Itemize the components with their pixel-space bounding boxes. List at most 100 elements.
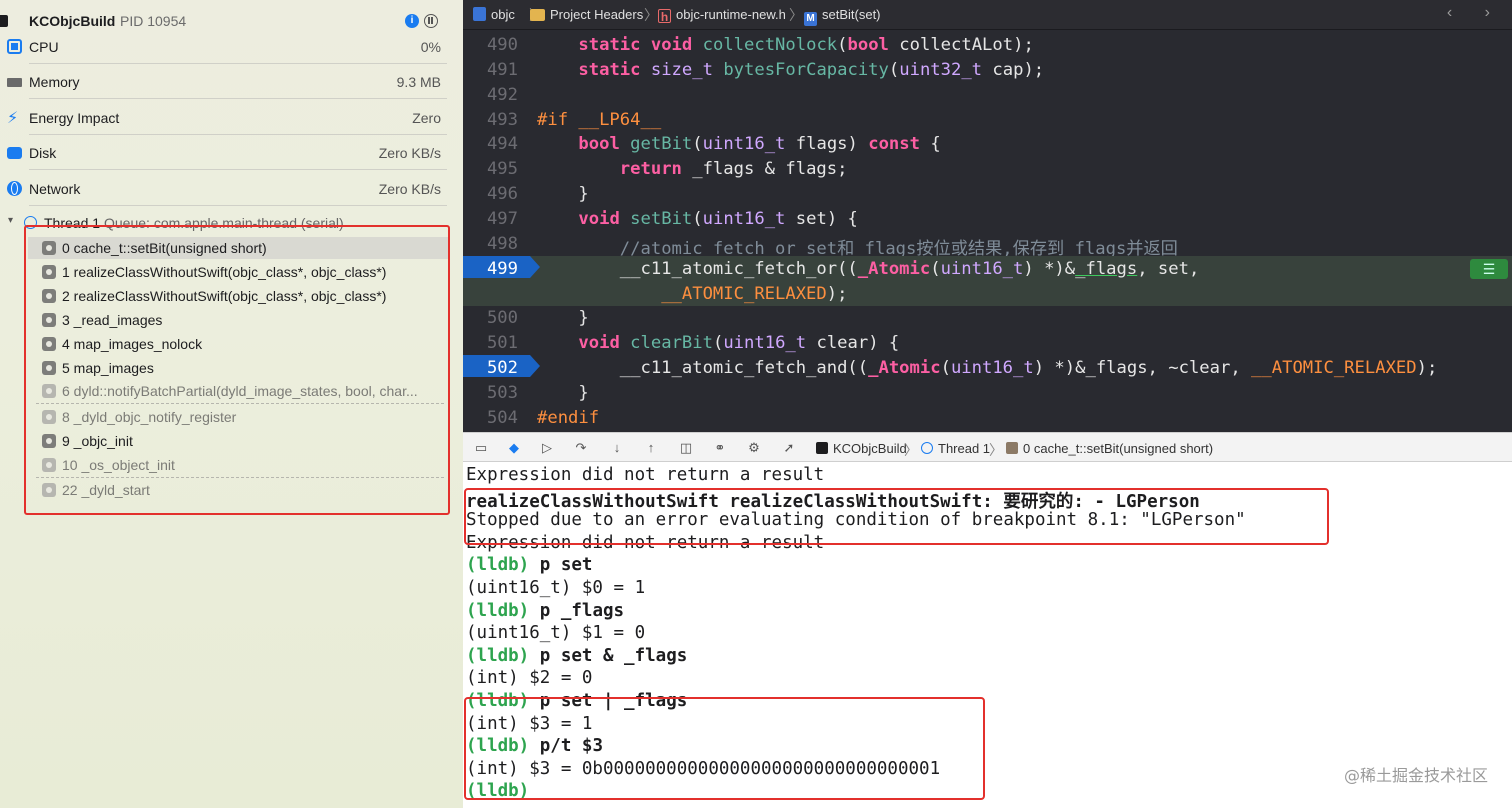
simulate-location-icon[interactable]: ➚ <box>781 440 797 456</box>
gauge-cpu[interactable]: CPU 0% <box>0 30 447 64</box>
line-number[interactable]: 499 <box>463 259 518 279</box>
stack-frame-icon <box>42 265 56 279</box>
thread-pause-icon[interactable] <box>424 14 438 28</box>
stack-frame-row[interactable]: 1 realizeClassWithoutSwift(objc_class*, … <box>34 261 444 283</box>
code-line[interactable]: 497 void setBit(uint16_t set) { <box>463 206 1512 231</box>
stack-frame-icon <box>42 434 56 448</box>
gauge-label: Energy Impact <box>29 110 120 126</box>
stack-frame-row[interactable]: 10 _os_object_init <box>34 454 444 478</box>
code-line[interactable]: 491 static size_t bytesForCapacity(uint3… <box>463 57 1512 82</box>
jumpbar-crumb-group[interactable]: Project Headers <box>530 7 643 22</box>
stack-frame-label: 1 realizeClassWithoutSwift(objc_class*, … <box>62 264 387 280</box>
code-text: static size_t bytesForCapacity(uint32_t … <box>578 59 1045 80</box>
code-line[interactable]: __ATOMIC_RELAXED); <box>463 280 1512 306</box>
gauge-network[interactable]: Network Zero KB/s <box>0 172 447 206</box>
code-line[interactable]: 493 #if __LP64__ <box>463 107 1512 132</box>
gauge-value: 9.3 MB <box>396 74 441 90</box>
breakpoints-toggle-icon[interactable]: ◆ <box>506 440 522 456</box>
stack-frame-icon <box>42 361 56 375</box>
console-command-line: (lldb) p set <box>466 555 592 575</box>
step-out-icon[interactable]: ↑ <box>643 440 659 456</box>
line-number[interactable]: 491 <box>463 60 518 80</box>
line-number[interactable]: 497 <box>463 209 518 229</box>
stack-frames-list: 0 cache_t::setBit(unsigned short)1 reali… <box>24 225 450 515</box>
line-number[interactable]: 490 <box>463 35 518 55</box>
memory-graph-icon[interactable]: ⚭ <box>712 440 728 456</box>
disclosure-triangle-icon[interactable]: ▾ <box>8 215 13 226</box>
chevron-right-icon: 〉 <box>789 7 803 23</box>
gauge-disk[interactable]: Disk Zero KB/s <box>0 136 447 170</box>
code-line[interactable]: 504 #endif <box>463 405 1512 430</box>
stack-frame-row[interactable]: 8 _dyld_objc_notify_register <box>34 406 444 428</box>
code-line[interactable]: 490 static void collectNolock(bool colle… <box>463 32 1512 57</box>
stack-frame-row[interactable]: 3 _read_images <box>34 309 444 331</box>
stack-frame-label: 9 _objc_init <box>62 433 133 449</box>
line-number[interactable]: 493 <box>463 110 518 130</box>
stack-frame-icon <box>42 483 56 497</box>
related-items-arrows-icon[interactable]: ‹ › <box>1447 4 1504 22</box>
line-number[interactable]: 504 <box>463 408 518 428</box>
stack-frame-label: 6 dyld::notifyBatchPartial(dyld_image_st… <box>62 383 418 399</box>
stack-frame-row[interactable]: 6 dyld::notifyBatchPartial(dyld_image_st… <box>34 380 444 404</box>
debugbar-crumb-app[interactable]: KCObjcBuild <box>816 441 907 456</box>
code-text: void clearBit(uint16_t clear) { <box>578 333 900 354</box>
line-number[interactable]: 494 <box>463 134 518 154</box>
lldb-console[interactable]: Expression did not return a result realiz… <box>463 462 1512 808</box>
stack-frame-row[interactable]: 5 map_images <box>34 357 444 379</box>
debug-navigator: KCObjcBuild PID 10954 i CPU 0% Memory 9.3 M… <box>0 0 463 808</box>
hide-debug-area-icon[interactable]: ▭ <box>473 440 489 456</box>
frame-elision-divider <box>36 403 444 404</box>
line-number[interactable]: 500 <box>463 308 518 328</box>
lldb-prompt: (lldb) <box>466 600 530 621</box>
gauge-memory[interactable]: Memory 9.3 MB <box>0 65 447 99</box>
jumpbar-crumb-file[interactable]: h objc-runtime-new.h <box>658 7 786 24</box>
environment-overrides-icon[interactable]: ⚙ <box>746 440 762 456</box>
step-over-icon[interactable]: ↷ <box>573 440 589 456</box>
process-pid: PID 10954 <box>120 13 187 29</box>
thread-icon <box>921 442 933 454</box>
debugbar-crumb-thread[interactable]: Thread 1 <box>921 441 990 456</box>
code-line[interactable]: 499 __c11_atomic_fetch_or((_Atomic(uint1… <box>463 255 1512 281</box>
info-icon[interactable]: i <box>405 14 419 28</box>
code-text: __c11_atomic_fetch_or((_Atomic(uint16_t)… <box>537 258 1200 279</box>
continue-icon[interactable]: ▷ <box>539 440 555 456</box>
stack-frame-row[interactable]: 22 _dyld_start <box>34 479 444 501</box>
code-text: __c11_atomic_fetch_and((_Atomic(uint16_t… <box>537 358 1438 379</box>
disk-icon <box>7 147 22 159</box>
jumpbar-crumb-project[interactable]: objc <box>473 7 515 22</box>
code-line[interactable]: 492 <box>463 82 1512 107</box>
line-number[interactable]: 495 <box>463 159 518 179</box>
stack-frame-row[interactable]: 2 realizeClassWithoutSwift(objc_class*, … <box>34 285 444 307</box>
line-number[interactable]: 503 <box>463 383 518 403</box>
step-into-icon[interactable]: ↓ <box>609 440 625 456</box>
stack-frame-row[interactable]: 0 cache_t::setBit(unsigned short) <box>28 237 448 259</box>
line-number[interactable]: 498 <box>463 234 518 254</box>
stack-frame-row[interactable]: 4 map_images_nolock <box>34 333 444 355</box>
code-line[interactable]: 503 } <box>463 380 1512 405</box>
stack-frame-label: 2 realizeClassWithoutSwift(objc_class*, … <box>62 288 387 304</box>
gauge-label: CPU <box>29 39 59 55</box>
jumpbar-crumb-symbol[interactable]: MsetBit(set) <box>804 7 881 26</box>
code-line[interactable]: 502 __c11_atomic_fetch_and((_Atomic(uint… <box>463 355 1512 380</box>
energy-icon: ⚡ <box>7 110 19 127</box>
code-line[interactable]: 501 void clearBit(uint16_t clear) { <box>463 330 1512 355</box>
gauge-value: Zero KB/s <box>378 145 441 161</box>
stack-frame-icon <box>42 458 56 472</box>
gauge-label: Memory <box>29 74 80 90</box>
line-number[interactable]: 501 <box>463 333 518 353</box>
code-line[interactable]: 496 } <box>463 181 1512 206</box>
code-line[interactable]: 494 bool getBit(uint16_t flags) const { <box>463 131 1512 156</box>
debugbar-crumb-frame[interactable]: 0 cache_t::setBit(unsigned short) <box>1006 441 1213 456</box>
code-line[interactable]: 498 //atomic_fetch_or set和_flags按位或结果,保存… <box>463 231 1512 259</box>
source-editor[interactable]: objc 〉 Project Headers 〉 hobjc-runtime-n… <box>463 0 1512 432</box>
debug-view-hierarchy-icon[interactable]: ◫ <box>678 440 694 456</box>
line-number[interactable]: 492 <box>463 85 518 105</box>
code-line[interactable]: 495 return _flags & flags; <box>463 156 1512 181</box>
code-line[interactable]: 500 } <box>463 305 1512 330</box>
stack-frame-row[interactable]: 9 _objc_init <box>34 430 444 452</box>
gauge-energy-impact[interactable]: ⚡ Energy Impact Zero <box>0 101 447 135</box>
line-number[interactable]: 496 <box>463 184 518 204</box>
line-number[interactable]: 502 <box>463 358 518 378</box>
stack-frame-label: 4 map_images_nolock <box>62 336 203 352</box>
instruction-pointer-menu-icon[interactable]: ☰ <box>1470 258 1508 279</box>
